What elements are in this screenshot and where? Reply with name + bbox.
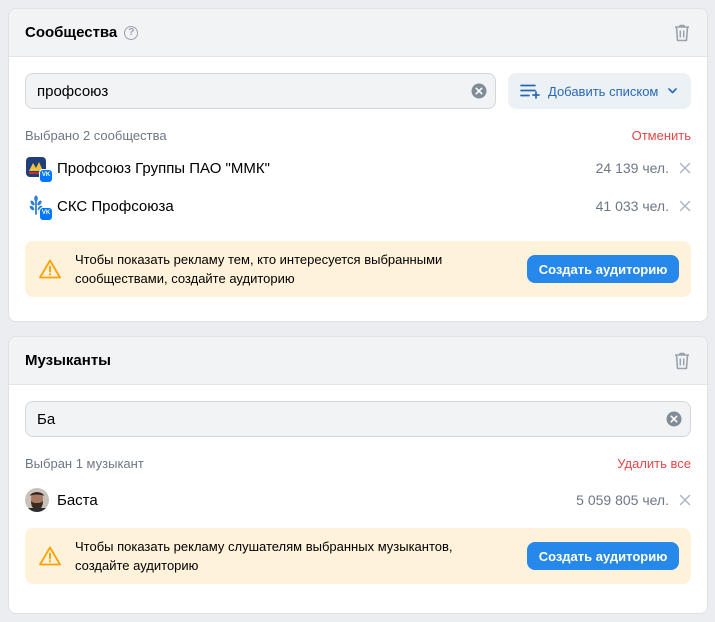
item-count: 5 059 805 чел. — [576, 492, 669, 508]
musicians-header: Музыканты — [9, 337, 707, 385]
vk-badge-icon: VK — [39, 207, 53, 221]
trash-icon[interactable] — [673, 23, 691, 43]
alert-text: Чтобы показать рекламу слушателям выбран… — [75, 539, 453, 573]
musicians-card: Музыканты Выбран 1 музыкант Удалить все — [8, 336, 708, 614]
cancel-link[interactable]: Отменить — [632, 128, 691, 143]
list-item: VK Профсоюз Группы ПАО "ММК" 24 139 чел. — [9, 156, 707, 183]
musicians-title: Музыканты — [25, 352, 111, 369]
item-count: 41 033 чел. — [595, 198, 669, 214]
list-item: Баста 5 059 805 чел. — [9, 488, 707, 512]
communities-selected-row: Выбрано 2 сообщества Отменить — [9, 126, 707, 144]
musicians-search-row — [9, 385, 707, 437]
communities-search-input[interactable] — [37, 82, 471, 100]
chevron-down-icon — [668, 88, 678, 94]
item-count: 24 139 чел. — [595, 160, 669, 176]
communities-header: Сообщества ? — [9, 9, 707, 57]
vk-badge-icon: VK — [39, 169, 53, 183]
create-audience-button[interactable]: Создать аудиторию — [527, 255, 679, 283]
create-audience-button[interactable]: Создать аудиторию — [527, 542, 679, 570]
warning-icon — [39, 546, 61, 566]
list-item: VK СКС Профсоюза 41 033 чел. — [9, 194, 707, 221]
close-icon[interactable] — [679, 494, 691, 506]
avatar — [25, 488, 49, 512]
selected-count-label: Выбран 1 музыкант — [25, 455, 144, 471]
trash-icon[interactable] — [673, 351, 691, 371]
clear-icon[interactable] — [471, 83, 487, 99]
create-audience-alert: Чтобы показать рекламу слушателям выбран… — [25, 528, 691, 584]
community-avatar: VK — [25, 156, 53, 183]
item-name: Баста — [57, 491, 98, 509]
create-audience-alert: Чтобы показать рекламу тем, кто интересу… — [25, 241, 691, 297]
musicians-search-box[interactable] — [25, 401, 691, 437]
clear-icon[interactable] — [666, 411, 682, 427]
list-add-icon — [520, 84, 540, 99]
communities-title: Сообщества — [25, 24, 118, 41]
musicians-selected-row: Выбран 1 музыкант Удалить все — [9, 454, 707, 472]
delete-all-link[interactable]: Удалить все — [617, 456, 691, 471]
community-avatar: VK — [25, 194, 53, 221]
item-name: СКС Профсоюза — [57, 197, 174, 215]
communities-search-row: Добавить списком — [9, 57, 707, 109]
communities-card: Сообщества ? Добавить списком Выбр — [8, 8, 708, 322]
selected-count-label: Выбрано 2 сообщества — [25, 127, 167, 143]
help-icon[interactable]: ? — [124, 25, 139, 40]
close-icon[interactable] — [679, 200, 691, 212]
warning-icon — [39, 259, 61, 279]
add-list-label: Добавить списком — [548, 83, 659, 99]
close-icon[interactable] — [679, 162, 691, 174]
add-list-button[interactable]: Добавить списком — [508, 73, 691, 109]
item-name: Профсоюз Группы ПАО "ММК" — [57, 159, 270, 177]
alert-text: Чтобы показать рекламу тем, кто интересу… — [75, 252, 443, 286]
musicians-search-input[interactable] — [37, 410, 666, 428]
communities-search-box[interactable] — [25, 73, 496, 109]
